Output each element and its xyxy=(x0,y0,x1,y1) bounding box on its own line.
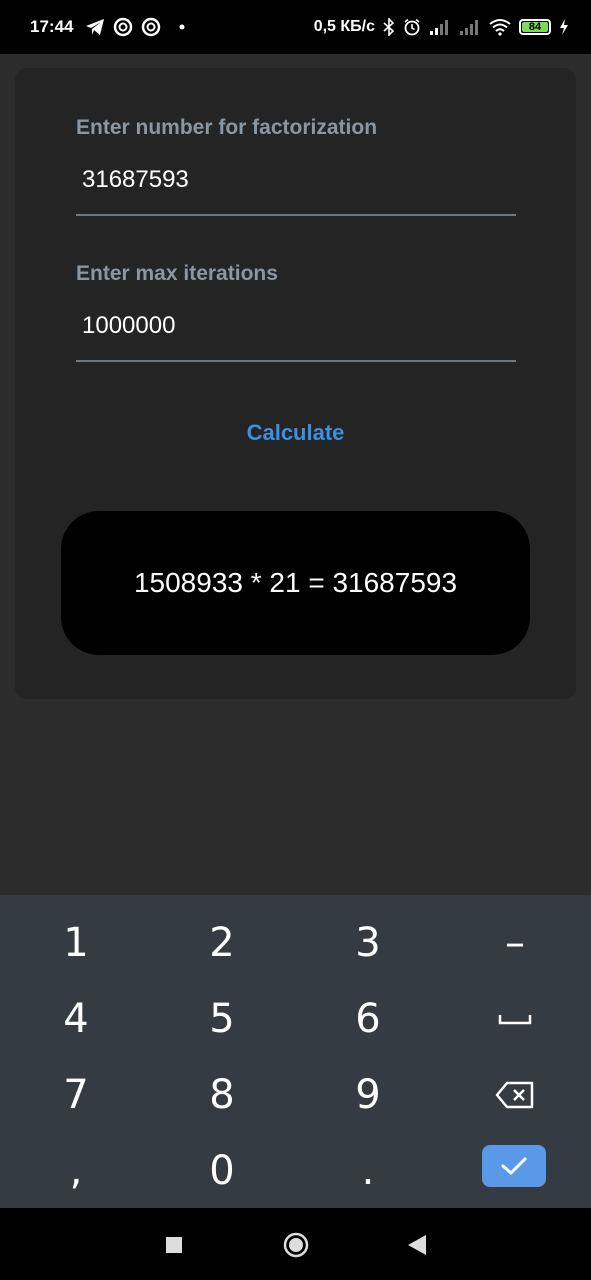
telegram-icon xyxy=(85,18,105,36)
battery-level: 84 xyxy=(528,21,542,33)
number-input-underline xyxy=(76,214,516,216)
result-box: 1508933 * 21 = 31687593 xyxy=(61,511,530,655)
number-field-label: Enter number for factorization xyxy=(76,116,378,139)
battery-icon: 84 xyxy=(519,19,551,35)
home-button[interactable] xyxy=(282,1231,310,1259)
signal-icon xyxy=(429,19,451,35)
iterations-field[interactable]: Enter max iterations 1000000 xyxy=(76,262,516,362)
key-0[interactable]: 0 xyxy=(172,1141,272,1201)
iterations-input[interactable]: 1000000 xyxy=(76,312,516,340)
number-input[interactable]: 31687593 xyxy=(76,166,516,194)
status-time: 17:44 xyxy=(30,17,74,36)
iterations-field-label: Enter max iterations xyxy=(76,262,278,285)
key-minus[interactable]: – xyxy=(465,913,565,973)
bluetooth-icon xyxy=(383,18,395,36)
key-8[interactable]: 8 xyxy=(172,1065,272,1125)
key-4[interactable]: 4 xyxy=(26,989,126,1049)
dot-icon xyxy=(179,24,185,30)
backspace-icon xyxy=(495,1081,534,1109)
app-notification-icon xyxy=(113,17,133,37)
space-icon xyxy=(498,1015,532,1025)
key-1[interactable]: 1 xyxy=(26,913,126,973)
key-2[interactable]: 2 xyxy=(172,913,272,973)
back-button[interactable] xyxy=(406,1234,428,1256)
key-7[interactable]: 7 xyxy=(26,1065,126,1125)
numeric-keyboard: 1 2 3 – 4 5 6 7 8 9 , 0 . xyxy=(0,895,591,1208)
status-bar-right: 0,5 КБ/с 84 xyxy=(314,18,569,36)
key-backspace[interactable] xyxy=(465,1065,565,1125)
signal-icon xyxy=(459,19,481,35)
number-field[interactable]: Enter number for factorization 31687593 xyxy=(76,116,516,216)
charging-icon xyxy=(559,19,569,35)
key-5[interactable]: 5 xyxy=(172,989,272,1049)
factorization-card: Enter number for factorization 31687593 … xyxy=(15,68,576,699)
status-bar-left: 17:44 xyxy=(30,17,314,37)
recents-button[interactable] xyxy=(164,1235,184,1255)
alarm-icon xyxy=(403,18,421,36)
back-triangle-icon xyxy=(408,1235,426,1255)
key-period[interactable]: . xyxy=(318,1141,418,1201)
status-bar: 17:44 0,5 КБ/с 84 xyxy=(0,0,591,54)
key-space[interactable] xyxy=(465,989,565,1049)
iterations-input-underline xyxy=(76,360,516,362)
checkmark-icon xyxy=(501,1157,527,1175)
result-text: 1508933 * 21 = 31687593 xyxy=(133,567,458,598)
enter-key[interactable] xyxy=(482,1145,546,1187)
key-6[interactable]: 6 xyxy=(318,989,418,1049)
square-icon xyxy=(166,1237,182,1253)
calculate-button[interactable]: Calculate xyxy=(15,420,576,446)
key-3[interactable]: 3 xyxy=(318,913,418,973)
network-speed: 0,5 КБ/с xyxy=(313,18,375,35)
wifi-icon xyxy=(489,18,511,36)
navigation-bar xyxy=(0,1208,591,1280)
home-circle-icon xyxy=(283,1232,309,1258)
key-9[interactable]: 9 xyxy=(318,1065,418,1125)
app-notification-icon xyxy=(141,17,161,37)
key-comma[interactable]: , xyxy=(26,1141,126,1201)
